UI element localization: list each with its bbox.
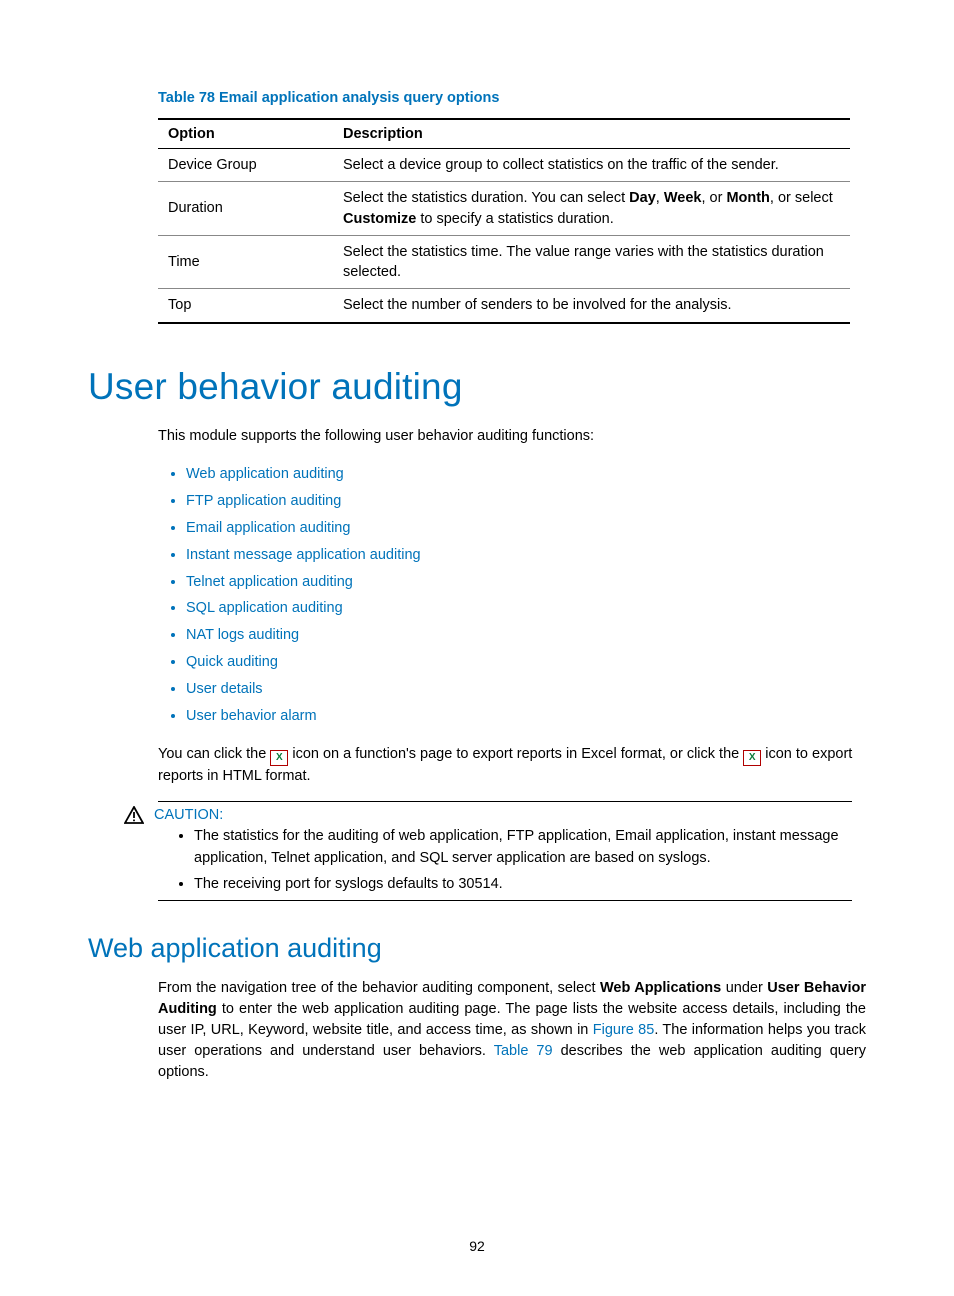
cell-desc: Select the statistics time. The value ra… bbox=[333, 235, 850, 289]
table-row: Device Group Select a device group to co… bbox=[158, 149, 850, 182]
caution-block: CAUTION: The statistics for the auditing… bbox=[124, 801, 854, 900]
th-option: Option bbox=[158, 119, 333, 149]
link-instant-message-auditing[interactable]: Instant message application auditing bbox=[186, 547, 421, 563]
link-sql-application-auditing[interactable]: SQL application auditing bbox=[186, 600, 343, 616]
txt: , or bbox=[701, 190, 726, 206]
bold: Customize bbox=[343, 211, 416, 227]
caution-header: CAUTION: bbox=[124, 806, 854, 824]
cell-desc: Select a device group to collect statist… bbox=[333, 149, 850, 182]
export-paragraph: You can click the X icon on a function's… bbox=[158, 744, 866, 787]
list-item: SQL application auditing bbox=[186, 595, 866, 622]
table-row: Top Select the number of senders to be i… bbox=[158, 289, 850, 323]
list-item: User behavior alarm bbox=[186, 703, 866, 730]
table-row: Time Select the statistics time. The val… bbox=[158, 235, 850, 289]
bold: Day bbox=[629, 190, 656, 206]
table-row: Duration Select the statistics duration.… bbox=[158, 182, 850, 236]
cell-option: Time bbox=[158, 235, 333, 289]
table-78-caption: Table 78 Email application analysis quer… bbox=[158, 90, 866, 106]
caution-rule-top bbox=[158, 801, 852, 802]
list-item: Quick auditing bbox=[186, 649, 866, 676]
cell-desc: Select the statistics duration. You can … bbox=[333, 182, 850, 236]
cell-option: Duration bbox=[158, 182, 333, 236]
bold: Week bbox=[664, 190, 702, 206]
caution-list: The statistics for the auditing of web a… bbox=[174, 826, 854, 895]
cell-option: Top bbox=[158, 289, 333, 323]
txt: , bbox=[656, 190, 664, 206]
caution-item: The receiving port for syslogs defaults … bbox=[194, 874, 854, 896]
link-web-application-auditing[interactable]: Web application auditing bbox=[186, 466, 344, 482]
list-item: User details bbox=[186, 676, 866, 703]
page: Table 78 Email application analysis quer… bbox=[0, 0, 954, 1296]
table-78: Option Description Device Group Select a… bbox=[158, 118, 850, 324]
excel-export-icon: X bbox=[270, 750, 288, 766]
caution-rule-bottom bbox=[158, 900, 852, 901]
caution-item: The statistics for the auditing of web a… bbox=[194, 826, 854, 870]
txt: From the navigation tree of the behavior… bbox=[158, 980, 600, 996]
html-export-icon: X bbox=[743, 750, 761, 766]
list-item: FTP application auditing bbox=[186, 488, 866, 515]
auditing-links-list: Web application auditing FTP application… bbox=[158, 461, 866, 729]
txt: under bbox=[721, 980, 767, 996]
link-nat-logs-auditing[interactable]: NAT logs auditing bbox=[186, 627, 299, 643]
list-item: Telnet application auditing bbox=[186, 569, 866, 596]
txt: to specify a statistics duration. bbox=[416, 211, 613, 227]
list-item: Web application auditing bbox=[186, 461, 866, 488]
page-number: 92 bbox=[0, 1238, 954, 1254]
txt: icon on a function's page to export repo… bbox=[288, 746, 743, 762]
caution-label: CAUTION: bbox=[154, 807, 223, 823]
table-header-row: Option Description bbox=[158, 119, 850, 149]
link-user-behavior-alarm[interactable]: User behavior alarm bbox=[186, 708, 317, 724]
cell-desc: Select the number of senders to be invol… bbox=[333, 289, 850, 323]
link-figure-85[interactable]: Figure 85 bbox=[593, 1022, 655, 1038]
heading-web-application-auditing: Web application auditing bbox=[88, 933, 866, 964]
link-telnet-application-auditing[interactable]: Telnet application auditing bbox=[186, 574, 353, 590]
caution-triangle-icon bbox=[124, 806, 144, 824]
txt: , or select bbox=[770, 190, 833, 206]
link-table-79[interactable]: Table 79 bbox=[494, 1043, 553, 1059]
cell-option: Device Group bbox=[158, 149, 333, 182]
intro-text: This module supports the following user … bbox=[158, 426, 866, 447]
txt: You can click the bbox=[158, 746, 270, 762]
list-item: Instant message application auditing bbox=[186, 542, 866, 569]
link-email-application-auditing[interactable]: Email application auditing bbox=[186, 520, 350, 536]
txt: Select the statistics duration. You can … bbox=[343, 190, 629, 206]
bold: Month bbox=[726, 190, 769, 206]
heading-user-behavior-auditing: User behavior auditing bbox=[88, 366, 866, 408]
th-description: Description bbox=[333, 119, 850, 149]
list-item: NAT logs auditing bbox=[186, 622, 866, 649]
list-item: Email application auditing bbox=[186, 515, 866, 542]
web-application-paragraph: From the navigation tree of the behavior… bbox=[158, 978, 866, 1083]
link-ftp-application-auditing[interactable]: FTP application auditing bbox=[186, 493, 341, 509]
link-quick-auditing[interactable]: Quick auditing bbox=[186, 654, 278, 670]
link-user-details[interactable]: User details bbox=[186, 681, 263, 697]
bold: Web Applications bbox=[600, 980, 721, 996]
